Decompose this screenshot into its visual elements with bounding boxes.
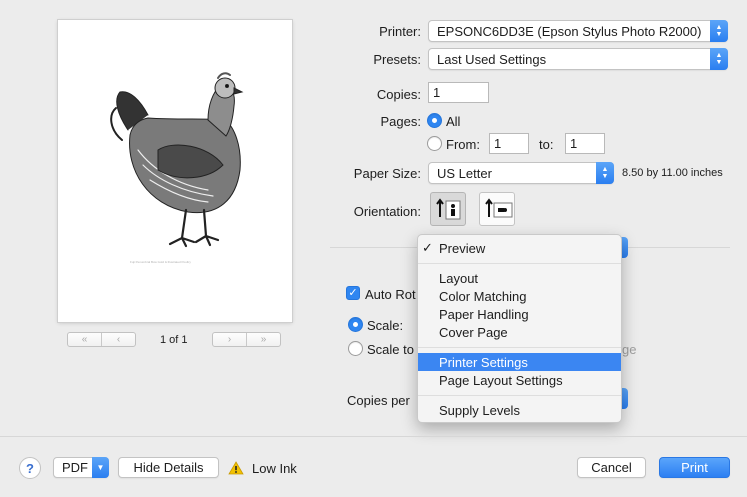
copies-per-label: Copies per	[347, 393, 410, 408]
bottom-separator	[0, 436, 747, 437]
menu-item-paper-handling[interactable]: Paper Handling	[418, 305, 621, 323]
preview-nav-forward-group: › »	[212, 332, 281, 347]
menu-item-cover-page[interactable]: Cover Page	[418, 323, 621, 341]
scale-to-fit-hidden-suffix: ge	[622, 342, 637, 357]
paper-size-value: US Letter	[437, 165, 492, 181]
menu-separator	[418, 395, 621, 396]
chevron-down-icon: ▼	[92, 457, 109, 478]
menu-item-color-matching[interactable]: Color Matching	[418, 287, 621, 305]
copies-label: Copies:	[376, 87, 421, 102]
page-count: 1 of 1	[160, 334, 188, 346]
auto-rotate-label: Auto Rot	[365, 287, 416, 302]
first-page-button[interactable]: «	[68, 333, 101, 346]
chevron-updown-icon: ▲ ▼	[710, 48, 728, 70]
presets-popup[interactable]: Last Used Settings ▲ ▼	[428, 48, 728, 70]
preview-nav-back-group: « ‹	[67, 332, 136, 347]
presets-label: Presets:	[373, 52, 421, 67]
pages-all-radio[interactable]	[427, 113, 442, 128]
warning-icon	[228, 461, 244, 475]
preview-caption: Fuji Penumbral Bow Gold & Illustrated Po…	[130, 260, 191, 264]
chevron-updown-icon: ▲ ▼	[710, 20, 728, 42]
checkmark-icon: ✓	[422, 240, 433, 255]
paper-size-label: Paper Size:	[353, 166, 421, 181]
pdf-button[interactable]: PDF ▼	[53, 457, 109, 478]
pages-to-field[interactable]: 1	[565, 133, 605, 154]
chevron-updown-icon: ▲ ▼	[596, 162, 614, 184]
menu-item-layout[interactable]: Layout	[418, 269, 621, 287]
hide-details-button[interactable]: Hide Details	[118, 457, 219, 478]
pages-label: Pages:	[380, 114, 421, 129]
auto-rotate-checkbox[interactable]: ✓	[346, 286, 360, 300]
orientation-portrait-button[interactable]	[430, 192, 466, 226]
print-button[interactable]: Print	[659, 457, 730, 478]
scale-radio[interactable]	[348, 317, 363, 332]
menu-separator	[418, 347, 621, 348]
scale-to-fit-label: Scale to	[367, 342, 414, 357]
print-preview-page: Fuji Penumbral Bow Gold & Illustrated Po…	[58, 20, 292, 322]
low-ink-warning: Low Ink	[252, 461, 297, 476]
orientation-label: Orientation:	[353, 204, 421, 219]
landscape-orientation-icon	[485, 198, 513, 218]
portrait-orientation-icon	[436, 198, 461, 220]
scale-label: Scale:	[367, 318, 404, 333]
menu-separator	[418, 263, 621, 264]
printer-value: EPSONC6DD3E (Epson Stylus Photo R2000)	[437, 23, 702, 39]
next-page-button[interactable]: ›	[213, 333, 246, 346]
pages-to-label: to:	[539, 137, 554, 152]
printer-popup[interactable]: EPSONC6DD3E (Epson Stylus Photo R2000) ▲…	[428, 20, 728, 42]
presets-value: Last Used Settings	[437, 51, 547, 67]
pages-from-label: From:	[446, 137, 480, 152]
section-dropdown-menu: ✓ Preview Layout Color Matching Paper Ha…	[417, 234, 622, 423]
pages-from-radio[interactable]	[427, 136, 442, 151]
scale-to-fit-radio[interactable]	[348, 341, 363, 356]
pdf-label: PDF	[62, 460, 88, 475]
paper-size-popup[interactable]: US Letter ▲ ▼	[428, 162, 614, 184]
menu-item-preview[interactable]: ✓ Preview	[418, 239, 621, 257]
previous-page-button[interactable]: ‹	[101, 333, 135, 346]
menu-item-supply-levels[interactable]: Supply Levels	[418, 401, 621, 419]
menu-item-page-layout-settings[interactable]: Page Layout Settings	[418, 371, 621, 389]
chicken-illustration	[110, 72, 244, 248]
cancel-button[interactable]: Cancel	[577, 457, 646, 478]
orientation-landscape-button[interactable]	[479, 192, 515, 226]
last-page-button[interactable]: »	[246, 333, 280, 346]
pages-from-field[interactable]: 1	[489, 133, 529, 154]
help-button[interactable]: ?	[19, 457, 41, 479]
printer-label: Printer:	[379, 24, 421, 39]
pages-all-label: All	[446, 114, 461, 129]
paper-dimensions: 8.50 by 11.00 inches	[622, 167, 723, 179]
menu-item-printer-settings[interactable]: Printer Settings	[418, 353, 621, 371]
copies-field[interactable]: 1	[428, 82, 489, 103]
